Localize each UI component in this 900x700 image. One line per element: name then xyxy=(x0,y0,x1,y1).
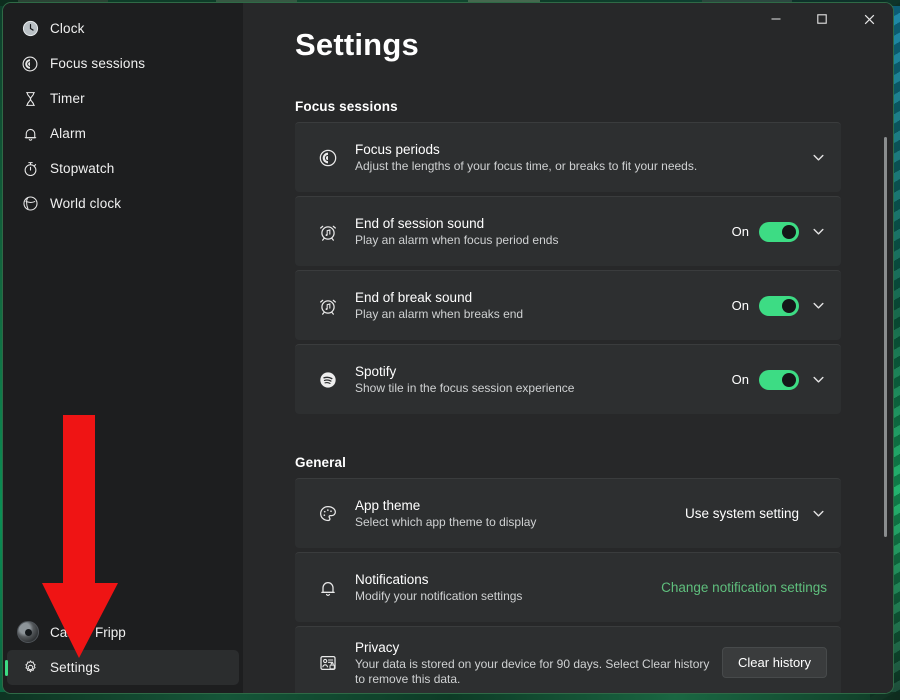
avatar xyxy=(17,621,39,643)
clock-app-window: Clock Focus sessions xyxy=(2,2,894,694)
sidebar-item-label: World clock xyxy=(50,196,121,211)
clear-history-button[interactable]: Clear history xyxy=(722,647,827,678)
card-title: Privacy xyxy=(355,639,714,656)
setting-card-notifications[interactable]: Notifications Modify your notification s… xyxy=(295,552,841,622)
globe-icon xyxy=(17,194,43,214)
setting-card-spotify[interactable]: Spotify Show tile in the focus session e… xyxy=(295,344,841,414)
chevron-down-icon[interactable] xyxy=(809,299,827,312)
spotify-icon xyxy=(313,370,343,390)
card-text: Privacy Your data is stored on your devi… xyxy=(343,639,722,687)
card-subtitle: Show tile in the focus session experienc… xyxy=(355,381,724,396)
privacy-badge-icon xyxy=(313,653,343,673)
card-title: Notifications xyxy=(355,571,653,588)
section-heading-general: General xyxy=(295,455,893,470)
card-controls: On xyxy=(732,296,827,316)
gear-icon xyxy=(17,658,43,678)
sidebar-item-label: Alarm xyxy=(50,126,86,141)
chevron-down-icon[interactable] xyxy=(809,507,827,520)
close-button[interactable] xyxy=(845,3,893,35)
card-controls: Change notification settings xyxy=(661,580,827,595)
sidebar-item-clock[interactable]: Clock xyxy=(7,11,239,46)
sidebar-item-label: Focus sessions xyxy=(50,56,145,71)
chevron-down-icon[interactable] xyxy=(809,373,827,386)
card-subtitle: Play an alarm when breaks end xyxy=(355,307,724,322)
chevron-down-icon[interactable] xyxy=(809,225,827,238)
card-text: Spotify Show tile in the focus session e… xyxy=(343,363,732,396)
screen: Clock Focus sessions xyxy=(0,0,900,700)
end-of-session-sound-toggle[interactable] xyxy=(759,222,799,242)
card-subtitle: Your data is stored on your device for 9… xyxy=(355,657,714,687)
card-subtitle: Modify your notification settings xyxy=(355,589,653,604)
vertical-scrollbar[interactable] xyxy=(884,137,887,537)
focus-periods-icon xyxy=(313,148,343,168)
minimize-button[interactable] xyxy=(753,3,799,35)
card-controls xyxy=(809,151,827,164)
clock-app-icon xyxy=(17,19,43,39)
card-text: Focus periods Adjust the lengths of your… xyxy=(343,141,809,174)
card-controls: On xyxy=(732,370,827,390)
page-title: Settings xyxy=(295,27,419,63)
card-title: Spotify xyxy=(355,363,724,380)
spotify-toggle[interactable] xyxy=(759,370,799,390)
stopwatch-icon xyxy=(17,159,43,179)
alarm-note-icon xyxy=(313,222,343,242)
sidebar-footer: Cassie Fripp Settings xyxy=(3,614,243,685)
maximize-button[interactable] xyxy=(799,3,845,35)
window-titlebar xyxy=(753,3,893,35)
card-subtitle: Adjust the lengths of your focus time, o… xyxy=(355,159,801,174)
bell-icon xyxy=(17,124,43,144)
focus-sessions-icon xyxy=(17,54,43,74)
chevron-down-icon[interactable] xyxy=(809,151,827,164)
section-heading-focus-sessions: Focus sessions xyxy=(295,99,893,114)
card-controls: Clear history xyxy=(722,647,827,678)
sidebar-item-stopwatch[interactable]: Stopwatch xyxy=(7,151,239,186)
toggle-state-label: On xyxy=(732,372,749,387)
card-title: Focus periods xyxy=(355,141,801,158)
card-text: App theme Select which app theme to disp… xyxy=(343,497,685,530)
card-controls: Use system setting xyxy=(685,506,827,521)
card-subtitle: Play an alarm when focus period ends xyxy=(355,233,724,248)
setting-card-end-of-session-sound[interactable]: End of session sound Play an alarm when … xyxy=(295,196,841,266)
sidebar-item-label: Stopwatch xyxy=(50,161,114,176)
settings-scroll-area[interactable]: Focus sessions Focus periods Ad xyxy=(243,99,893,693)
sidebar-item-alarm[interactable]: Alarm xyxy=(7,116,239,151)
toggle-state-label: On xyxy=(732,298,749,313)
change-notification-settings-link[interactable]: Change notification settings xyxy=(661,580,827,595)
focus-sessions-cards: Focus periods Adjust the lengths of your… xyxy=(295,122,841,414)
alarm-note-icon xyxy=(313,296,343,316)
card-text: Notifications Modify your notification s… xyxy=(343,571,661,604)
general-cards: App theme Select which app theme to disp… xyxy=(295,478,841,693)
card-text: End of break sound Play an alarm when br… xyxy=(343,289,732,322)
card-controls: On xyxy=(732,222,827,242)
sidebar-item-label: Timer xyxy=(50,91,85,106)
sidebar-item-label: Clock xyxy=(50,21,85,36)
setting-card-privacy[interactable]: Privacy Your data is stored on your devi… xyxy=(295,626,841,693)
setting-card-focus-periods[interactable]: Focus periods Adjust the lengths of your… xyxy=(295,122,841,192)
end-of-break-sound-toggle[interactable] xyxy=(759,296,799,316)
sidebar-item-world-clock[interactable]: World clock xyxy=(7,186,239,221)
app-theme-select-value[interactable]: Use system setting xyxy=(685,506,799,521)
main-content: Settings Focus sessions xyxy=(243,3,893,693)
bell-icon xyxy=(313,578,343,598)
sidebar: Clock Focus sessions xyxy=(3,3,243,693)
red-down-arrow-annotation xyxy=(42,415,122,660)
card-text: End of session sound Play an alarm when … xyxy=(343,215,732,248)
card-subtitle: Select which app theme to display xyxy=(355,515,677,530)
setting-card-app-theme[interactable]: App theme Select which app theme to disp… xyxy=(295,478,841,548)
card-title: App theme xyxy=(355,497,677,514)
palette-icon xyxy=(313,504,343,524)
card-title: End of break sound xyxy=(355,289,724,306)
hourglass-icon xyxy=(17,89,43,109)
sidebar-item-timer[interactable]: Timer xyxy=(7,81,239,116)
sidebar-item-focus-sessions[interactable]: Focus sessions xyxy=(7,46,239,81)
card-title: End of session sound xyxy=(355,215,724,232)
sidebar-item-label: Settings xyxy=(50,660,100,675)
setting-card-end-of-break-sound[interactable]: End of break sound Play an alarm when br… xyxy=(295,270,841,340)
toggle-state-label: On xyxy=(732,224,749,239)
